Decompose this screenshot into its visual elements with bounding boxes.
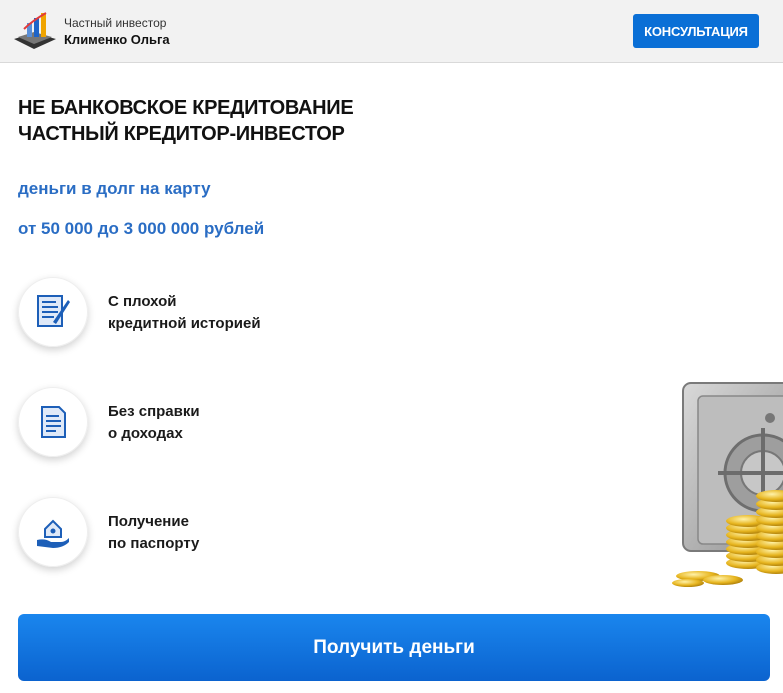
brand-name: Клименко Ольга xyxy=(64,32,170,47)
feature-text: Без справки о доходах xyxy=(108,401,200,445)
feature-icon-circle xyxy=(18,497,88,567)
feature-line1: Без справки xyxy=(108,403,200,420)
safe-icon xyxy=(672,382,783,587)
consultation-button[interactable]: КОНСУЛЬТАЦИЯ xyxy=(633,14,759,48)
page-title-line2: ЧАСТНЫЙ КРЕДИТОР-ИНВЕСТОР xyxy=(18,123,345,145)
document-icon xyxy=(41,406,66,438)
feature-line1: С плохой xyxy=(108,293,177,310)
feature-icon-circle xyxy=(18,277,88,347)
subtitle-amount-range: от 50 000 до 3 000 000 рублей xyxy=(18,219,265,238)
document-pen-icon xyxy=(37,295,70,327)
site-header: Частный инвестор Клименко Ольга КОНСУЛЬТ… xyxy=(0,0,783,63)
feature-passport-only: Получение по паспорту xyxy=(18,497,418,567)
feature-line1: Получение xyxy=(108,513,189,530)
feature-line2: о доходах xyxy=(108,425,183,442)
feature-text: Получение по паспорту xyxy=(108,511,199,555)
feature-line2: по паспорту xyxy=(108,535,200,552)
brand-logo-icon[interactable] xyxy=(12,9,58,53)
subtitle-card-loan: деньги в долг на карту xyxy=(18,179,211,198)
feature-text: С плохой кредитной историей xyxy=(108,291,261,335)
feature-bad-credit: С плохой кредитной историей xyxy=(18,277,418,347)
hand-house-icon xyxy=(37,519,69,548)
page-title: НЕ БАНКОВСКОЕ КРЕДИТОВАНИЕ ЧАСТНЫЙ КРЕДИ… xyxy=(18,95,354,147)
safe-coins-illustration xyxy=(668,378,783,593)
feature-icon-circle xyxy=(18,387,88,457)
feature-no-income-proof: Без справки о доходах xyxy=(18,387,418,457)
get-money-button[interactable]: Получить деньги xyxy=(18,614,770,681)
feature-line2: кредитной историей xyxy=(108,315,261,332)
page-title-line1: НЕ БАНКОВСКОЕ КРЕДИТОВАНИЕ xyxy=(18,97,354,119)
brand-subtitle: Частный инвестор xyxy=(64,16,167,30)
